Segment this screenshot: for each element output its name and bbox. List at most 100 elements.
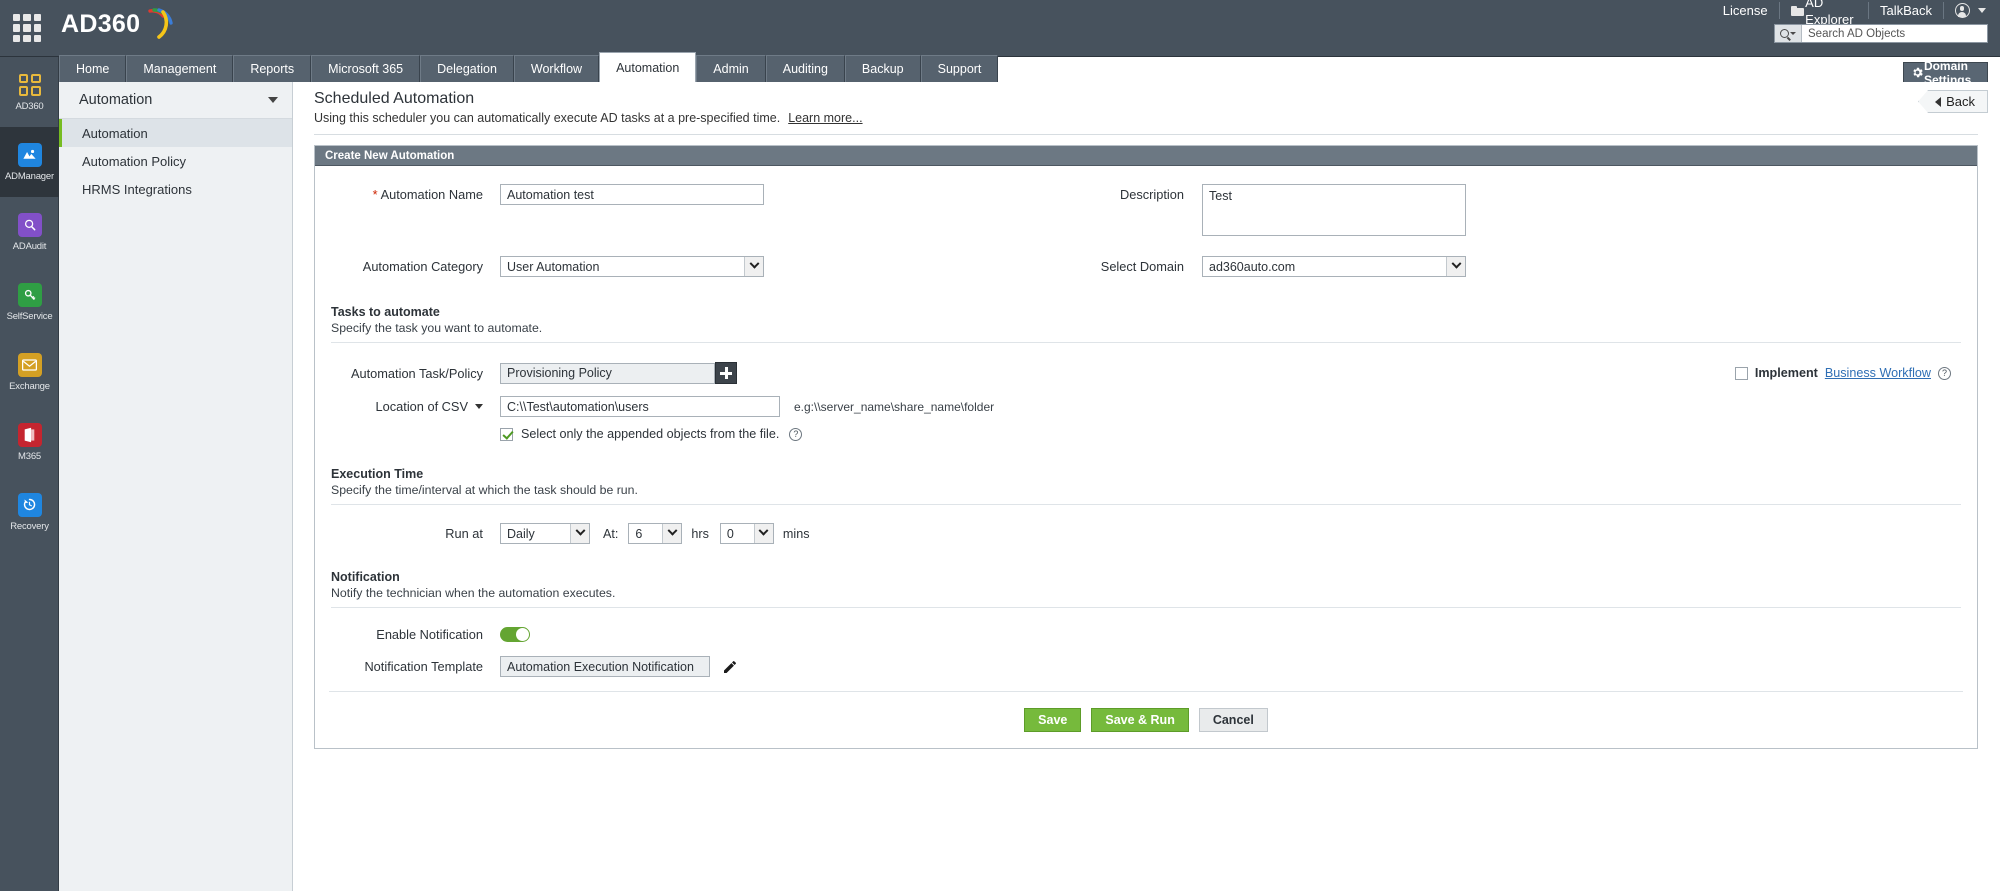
account-menu[interactable] [1944, 2, 1990, 19]
license-label: License [1723, 2, 1768, 19]
at-label: At: [603, 527, 618, 541]
rail-item-exchange[interactable]: Exchange [0, 337, 59, 407]
business-workflow-row: Implement Business Workflow ? [1735, 366, 1951, 380]
tab-support[interactable]: Support [921, 55, 999, 82]
domain-settings-button[interactable]: Domain Settings [1903, 62, 1988, 83]
row-run-at: Run at Daily At: 6 hrs 0 mins [315, 523, 1977, 544]
select-domain-label-text: Select Domain [1101, 259, 1184, 274]
notification-template-label: Notification Template [315, 659, 483, 674]
tab-delegation[interactable]: Delegation [420, 55, 514, 82]
execution-section: Execution Time Specify the time/interval… [331, 467, 1961, 505]
chevron-down-icon [1446, 257, 1465, 276]
automation-name-input[interactable] [500, 184, 764, 205]
main-tab-bar: HomeManagementReportsMicrosoft 365Delega… [59, 52, 998, 82]
chevron-down-icon [268, 97, 278, 103]
tab-reports[interactable]: Reports [233, 55, 311, 82]
tab-microsoft-365[interactable]: Microsoft 365 [311, 55, 420, 82]
hours-select[interactable]: 6 [628, 523, 682, 544]
chevron-down-icon [475, 404, 483, 409]
rail-item-selfservice[interactable]: SelfService [0, 267, 59, 337]
tab-admin[interactable]: Admin [696, 55, 765, 82]
rail-item-label: Recovery [10, 521, 49, 532]
add-task-button[interactable] [715, 362, 737, 384]
help-icon[interactable]: ? [1938, 367, 1951, 380]
rail-item-m365[interactable]: M365 [0, 407, 59, 477]
business-workflow-checkbox[interactable] [1735, 367, 1748, 380]
location-csv-label[interactable]: Location of CSV [315, 399, 483, 414]
rail-item-recovery[interactable]: Recovery [0, 477, 59, 547]
location-csv-label-text: Location of CSV [376, 399, 468, 414]
sidebar-item-automation-policy[interactable]: Automation Policy [59, 147, 292, 175]
execution-section-divider [331, 504, 1961, 505]
tab-workflow[interactable]: Workflow [514, 55, 599, 82]
tab-automation[interactable]: Automation [599, 52, 696, 82]
admanager-icon [18, 143, 42, 167]
gear-icon [1911, 66, 1918, 79]
help-icon[interactable]: ? [789, 428, 802, 441]
tasks-section: Tasks to automate Specify the task you w… [331, 305, 1961, 343]
app-grid-icon[interactable] [13, 14, 41, 42]
minutes-select[interactable]: 0 [720, 523, 774, 544]
back-button[interactable]: Back [1918, 90, 1988, 113]
sidebar-item-hrms-integrations[interactable]: HRMS Integrations [59, 175, 292, 203]
adaudit-icon [18, 213, 42, 237]
automation-category-select[interactable]: User Automation [500, 256, 764, 277]
nav-panel-header[interactable]: Automation [59, 82, 292, 119]
cancel-button[interactable]: Cancel [1199, 708, 1268, 732]
logo-text: AD360 [61, 10, 140, 39]
rail-item-adaudit[interactable]: ADAudit [0, 197, 59, 267]
description-label: Description [944, 184, 1184, 202]
back-label: Back [1946, 94, 1975, 109]
learn-more-link[interactable]: Learn more... [788, 111, 862, 125]
chevron-down-icon [754, 524, 773, 543]
automation-category-label: Automation Category [315, 256, 483, 274]
automation-task-label-text: Automation Task/Policy [351, 366, 483, 381]
run-at-select[interactable]: Daily [500, 523, 590, 544]
enable-notification-toggle[interactable] [500, 627, 530, 642]
ad-explorer-link[interactable]: AD Explorer [1780, 2, 1869, 19]
tab-management[interactable]: Management [126, 55, 233, 82]
toggle-knob [516, 628, 529, 641]
automation-task-value-box[interactable]: Provisioning Policy [500, 363, 715, 384]
tab-backup[interactable]: Backup [845, 55, 921, 82]
chevron-down-icon [1790, 32, 1796, 35]
notification-section-title: Notification [331, 570, 1961, 584]
page-subtitle-text: Using this scheduler you can automatical… [314, 111, 780, 125]
minutes-unit-label: mins [783, 527, 810, 541]
tab-auditing[interactable]: Auditing [766, 55, 845, 82]
appended-objects-label: Select only the appended objects from th… [521, 427, 779, 441]
tasks-section-divider [331, 342, 1961, 343]
notification-template-box[interactable]: Automation Execution Notification [500, 656, 710, 677]
sidebar-item-automation[interactable]: Automation [59, 119, 292, 147]
logo-swoosh-icon [142, 7, 176, 41]
business-workflow-link[interactable]: Business Workflow [1825, 366, 1931, 380]
ad360-logo[interactable]: AD360 [61, 6, 176, 42]
top-header-bar: AD360 License AD Explorer TalkBack [0, 0, 2000, 57]
select-domain-select[interactable]: ad360auto.com [1202, 256, 1466, 277]
description-textarea[interactable]: Test [1202, 184, 1466, 236]
search-input[interactable] [1802, 25, 1987, 42]
automation-task-value: Provisioning Policy [507, 366, 612, 380]
talkback-link[interactable]: TalkBack [1869, 2, 1944, 19]
rail-item-label: SelfService [7, 311, 53, 322]
search-scope-button[interactable] [1775, 25, 1802, 42]
automation-category-value: User Automation [507, 260, 599, 274]
pencil-icon[interactable] [722, 659, 738, 675]
panel-body: *Automation Name Description Test Automa… [315, 184, 1977, 748]
appended-objects-checkbox[interactable] [500, 428, 513, 441]
ad360-grid-icon [18, 73, 42, 97]
tasks-section-subtitle: Specify the task you want to automate. [331, 321, 1961, 335]
tab-home[interactable]: Home [59, 55, 126, 82]
save-and-run-button[interactable]: Save & Run [1091, 708, 1188, 732]
rail-item-label: ADAudit [13, 241, 46, 252]
selfservice-key-icon [18, 283, 42, 307]
rail-item-admanager[interactable]: ADManager [0, 127, 59, 197]
location-csv-input[interactable] [500, 396, 780, 417]
license-link[interactable]: License [1712, 2, 1780, 19]
save-button[interactable]: Save [1024, 708, 1081, 732]
rail-item-ad360[interactable]: AD360 [0, 57, 59, 127]
header-divider [314, 134, 1978, 135]
row-appended-checkbox: Select only the appended objects from th… [315, 427, 1977, 441]
notification-section-divider [331, 607, 1961, 608]
row-notification-template: Notification Template Automation Executi… [315, 656, 1977, 677]
